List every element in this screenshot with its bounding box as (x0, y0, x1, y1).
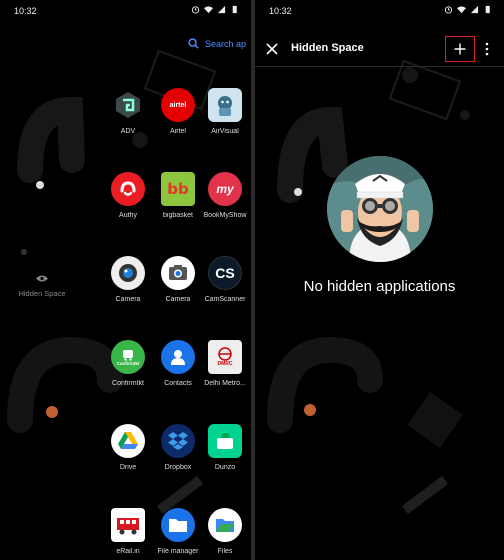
app-label: CamScanner (204, 296, 246, 303)
confirmtkt-icon-text: Confirmtkt (116, 360, 140, 366)
app-erail[interactable]: eRail.in (106, 508, 150, 555)
alarm-icon (191, 6, 200, 14)
delhi-metro-icon: DMRC (208, 340, 242, 374)
file-manager-icon (161, 508, 195, 542)
app-label: Dropbox (164, 464, 192, 471)
app-label: Drive (119, 464, 137, 471)
app-camera-2[interactable]: Camera (156, 256, 200, 303)
app-label: Delhi Metro... (204, 380, 246, 387)
status-time: 10:32 (14, 6, 37, 16)
camera-icon (111, 256, 145, 290)
adv-icon (111, 88, 145, 122)
app-adv[interactable]: ADV (106, 88, 150, 135)
confirmtkt-icon: Confirmtkt (111, 340, 145, 374)
app-delhi-metro[interactable]: DMRC Delhi Metro... (203, 340, 247, 387)
status-icons (444, 5, 492, 14)
hidden-space-illustration (327, 156, 433, 262)
app-label: Dunzo (214, 464, 236, 471)
app-drive[interactable]: Drive (106, 424, 150, 471)
app-label: ADV (120, 128, 136, 135)
hidden-space-label: Hidden Space (18, 289, 66, 298)
app-label: Airtel (170, 128, 186, 135)
app-drawer-screen: 10:32 Search ap Hidden Space ADV airtel … (0, 0, 251, 560)
hidden-space-toolbar: Hidden Space (255, 36, 504, 66)
app-label: File manager (157, 548, 199, 555)
app-file-manager[interactable]: File manager (156, 508, 200, 555)
wifi-icon (204, 6, 213, 14)
app-bigbasket[interactable]: bb bigbasket (156, 172, 200, 219)
camscanner-icon-text: CS (215, 265, 235, 281)
app-contacts[interactable]: Contacts (156, 340, 200, 387)
wifi-icon (457, 6, 466, 14)
authy-icon (111, 172, 145, 206)
status-icons (191, 5, 239, 14)
app-camera-1[interactable]: Camera (106, 256, 150, 303)
bigbasket-icon: bb (161, 172, 195, 206)
search-apps[interactable]: Search ap (188, 38, 246, 49)
app-dropbox[interactable]: Dropbox (156, 424, 200, 471)
incognito-captain-icon (327, 156, 433, 262)
battery-icon (232, 5, 237, 14)
airvisual-icon (208, 88, 242, 122)
airtel-icon: airtel (161, 88, 195, 122)
delhi-metro-icon-text: DMRC (217, 361, 233, 367)
page-title: Hidden Space (291, 42, 364, 54)
hidden-space-screen: 10:32 Hidden Space No hidden application… (255, 0, 504, 560)
app-camscanner[interactable]: CS CamScanner (203, 256, 247, 303)
app-label: BookMyShow (203, 212, 247, 219)
airtel-icon-text: airtel (169, 101, 187, 109)
add-button[interactable] (445, 36, 475, 62)
signal-icon (470, 5, 479, 14)
status-bar: 10:32 (255, 0, 504, 22)
app-label: Files (217, 548, 233, 555)
dropbox-icon (161, 424, 195, 458)
app-label: Confirmtkt (112, 380, 144, 387)
app-airvisual[interactable]: AirVisual (203, 88, 247, 135)
camera-icon (161, 256, 195, 290)
files-icon (208, 508, 242, 542)
app-confirmtkt[interactable]: Confirmtkt Confirmtkt (106, 340, 150, 387)
app-airtel[interactable]: airtel Airtel (156, 88, 200, 135)
dunzo-icon (208, 424, 242, 458)
hidden-space-shortcut[interactable]: Hidden Space (16, 274, 68, 298)
toolbar-divider (255, 66, 504, 67)
more-options-icon[interactable] (484, 42, 490, 56)
app-label: Camera (165, 296, 191, 303)
status-time: 10:32 (269, 6, 292, 16)
camscanner-icon: CS (208, 256, 242, 290)
alarm-icon (444, 6, 453, 14)
bookmyshow-icon-text: my (216, 182, 234, 196)
app-dunzo[interactable]: Dunzo (203, 424, 247, 471)
search-icon (188, 38, 199, 49)
app-label: Authy (119, 212, 137, 219)
app-label: Contacts (164, 380, 192, 387)
bookmyshow-icon: my (208, 172, 242, 206)
app-authy[interactable]: Authy (106, 172, 150, 219)
erail-icon (111, 508, 145, 542)
app-label: Camera (115, 296, 141, 303)
app-label: eRail.in (116, 548, 140, 555)
plus-icon (454, 43, 466, 55)
empty-state-message: No hidden applications (303, 278, 456, 295)
status-bar: 10:32 (0, 0, 251, 22)
signal-icon (217, 5, 226, 14)
search-label: Search ap (205, 38, 247, 49)
app-bookmyshow[interactable]: my BookMyShow (203, 172, 247, 219)
drive-icon (111, 424, 145, 458)
battery-icon (485, 5, 490, 14)
app-label: bigbasket (163, 212, 193, 219)
contacts-icon (161, 340, 195, 374)
bigbasket-icon-text: bb (167, 180, 189, 198)
app-label: AirVisual (211, 128, 239, 135)
close-icon[interactable] (265, 42, 279, 56)
app-files[interactable]: Files (203, 508, 247, 555)
eye-icon (36, 275, 48, 282)
